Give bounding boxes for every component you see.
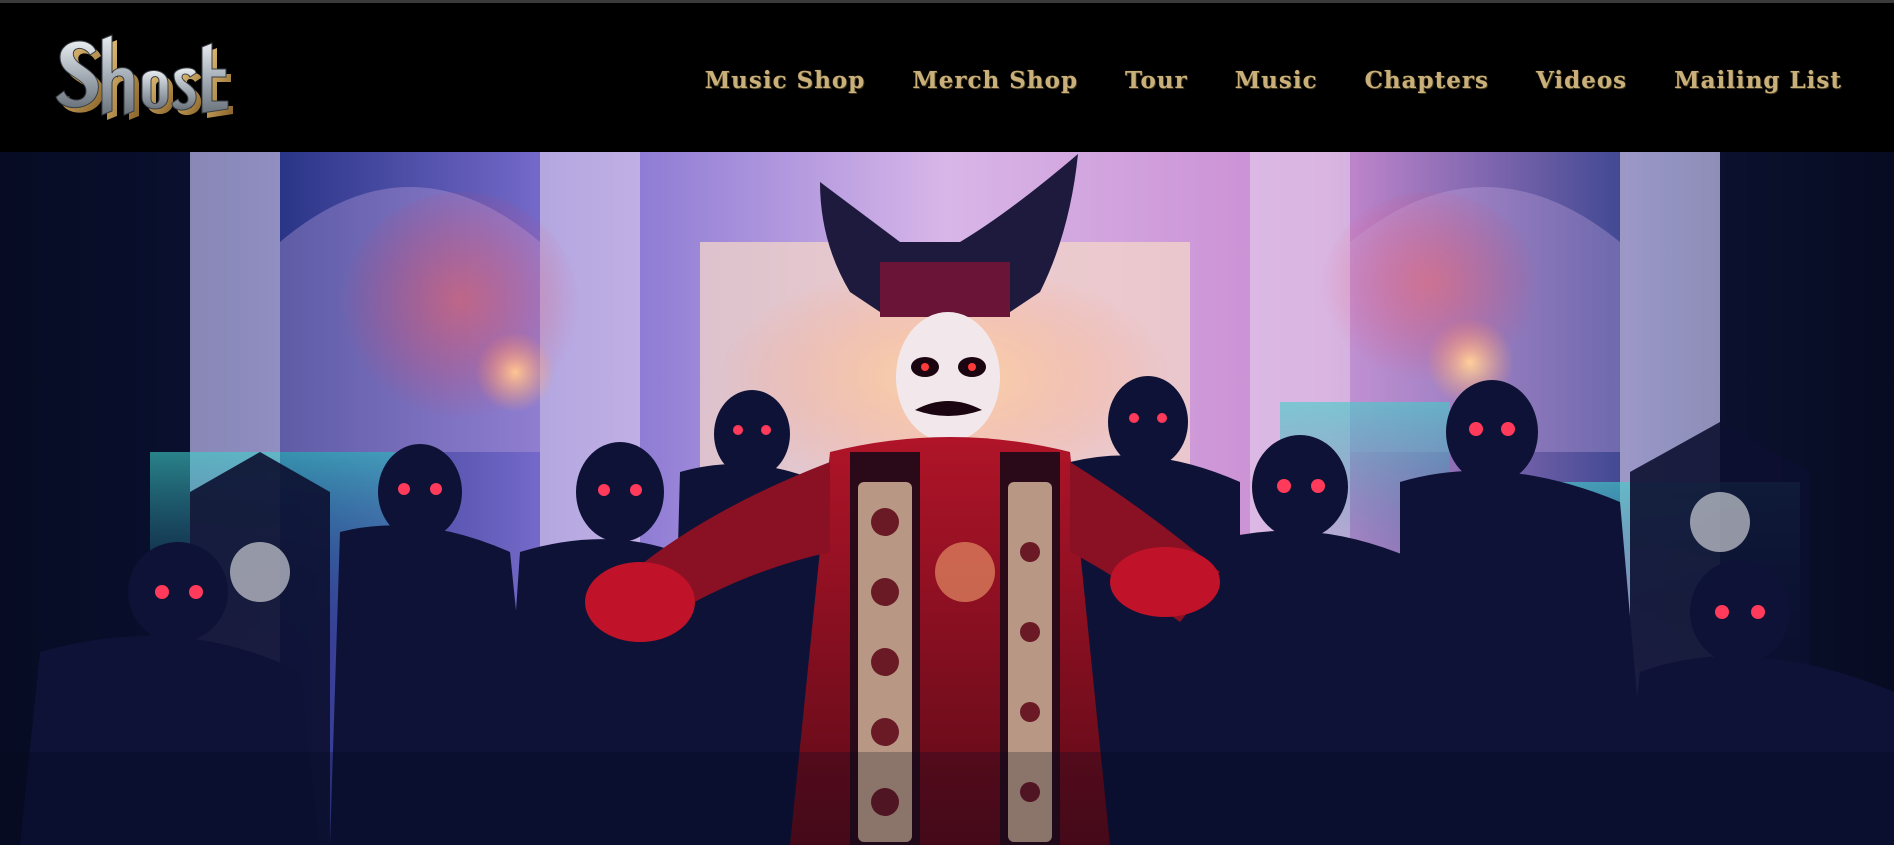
nav-music[interactable]: Music [1235,67,1318,94]
nav-videos[interactable]: Videos [1536,67,1627,94]
ghost-logo[interactable] [50,27,235,135]
nav-mailing-list[interactable]: Mailing List [1674,67,1842,94]
main-nav: Music Shop Merch Shop Tour Music Chapter… [705,60,1842,100]
nav-merch-shop[interactable]: Merch Shop [912,67,1078,94]
nav-tour[interactable]: Tour [1125,67,1188,94]
nav-chapters[interactable]: Chapters [1365,67,1489,94]
band-photo [0,152,1894,845]
nav-music-shop[interactable]: Music Shop [705,67,866,94]
site-header: Music Shop Merch Shop Tour Music Chapter… [0,3,1894,152]
logo-icon [55,34,233,120]
hero-image [0,152,1894,845]
